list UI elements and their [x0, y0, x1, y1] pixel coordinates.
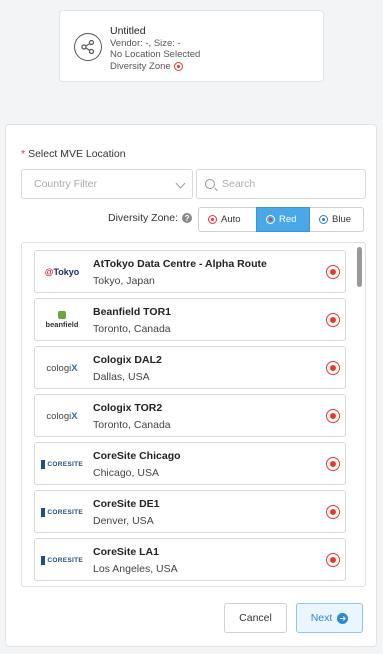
summary-diversity-label: Diversity Zone	[110, 60, 171, 72]
coresite-logo: CORESITE	[41, 453, 83, 475]
coresite-logo-text: CORESITE	[47, 460, 83, 468]
location-name: AtTokyo Data Centre - Alpha Route	[93, 258, 267, 270]
location-list[interactable]: @ Tokyo AtTokyo Data Centre - Alpha Route…	[21, 242, 366, 587]
next-button-label: Next	[310, 612, 333, 624]
search-input[interactable]: Search	[196, 169, 366, 199]
search-icon	[205, 179, 215, 189]
cancel-button[interactable]: Cancel	[224, 603, 287, 633]
zone-red-label: Red	[279, 214, 297, 225]
diversity-zone-label-text: Diversity Zone:	[108, 212, 179, 224]
red-zone-radio-icon[interactable]	[326, 313, 340, 327]
location-card[interactable]: @ Tokyo AtTokyo Data Centre - Alpha Route…	[34, 250, 346, 293]
red-zone-radio-icon[interactable]	[326, 505, 340, 519]
summary-title: Untitled	[110, 25, 146, 37]
arrow-right-icon: ➜	[337, 612, 349, 624]
location-card[interactable]: CORESITE CoreSite DE1 Denver, USA	[34, 490, 346, 533]
diversity-zone-label: Diversity Zone: ?	[108, 212, 193, 224]
location-card[interactable]: cologi X Cologix TOR2 Toronto, Canada	[34, 394, 346, 437]
help-icon[interactable]: ?	[182, 213, 193, 223]
location-city: Dallas, USA	[93, 371, 150, 383]
attokyo-logo-text: Tokyo	[53, 267, 80, 277]
required-mark: *	[21, 148, 26, 160]
red-zone-radio-icon[interactable]	[326, 553, 340, 567]
coresite-logo-text: CORESITE	[47, 556, 83, 564]
location-card[interactable]: CORESITE CoreSite LA1 Los Angeles, USA	[34, 538, 346, 581]
summary-vendor: Vendor: -, Size: -	[110, 37, 181, 49]
mve-summary-card: Untitled Vendor: -, Size: - No Location …	[59, 10, 324, 82]
location-city: Los Angeles, USA	[93, 563, 178, 575]
red-zone-radio-icon[interactable]	[326, 265, 340, 279]
location-city: Chicago, USA	[93, 467, 159, 479]
country-filter-placeholder: Country Filter	[34, 178, 98, 190]
location-name: Beanfield TOR1	[93, 306, 171, 318]
location-card[interactable]: cologi X Cologix DAL2 Dallas, USA	[34, 346, 346, 389]
red-zone-radio-icon[interactable]	[326, 361, 340, 375]
select-location-panel: * Select MVE Location Country Filter Sear…	[5, 124, 377, 647]
auto-zone-icon	[208, 215, 217, 224]
location-name: Cologix TOR2	[93, 402, 163, 414]
coresite-logo-text: CORESITE	[47, 508, 83, 516]
location-name: CoreSite LA1	[93, 546, 159, 558]
cologix-logo: cologi X	[46, 362, 78, 374]
section-label: * Select MVE Location	[21, 148, 126, 160]
zone-red-button[interactable]: Red	[256, 207, 310, 232]
zone-blue-label: Blue	[332, 214, 352, 225]
coresite-logo: CORESITE	[41, 501, 83, 523]
location-city: Denver, USA	[93, 515, 154, 527]
coresite-logo: CORESITE	[41, 549, 83, 571]
summary-diversity: Diversity Zone	[110, 61, 200, 73]
red-zone-radio-icon[interactable]	[326, 457, 340, 471]
next-button[interactable]: Next ➜	[296, 603, 363, 633]
chevron-down-icon	[175, 178, 186, 189]
location-card[interactable]: CORESITE CoreSite Chicago Chicago, USA	[34, 442, 346, 485]
red-zone-radio-icon[interactable]	[326, 409, 340, 423]
location-name: CoreSite Chicago	[93, 450, 181, 462]
blue-zone-icon	[319, 215, 328, 224]
zone-blue-button[interactable]: Blue	[310, 207, 364, 232]
location-city: Toronto, Canada	[93, 323, 171, 335]
list-scrollbar[interactable]	[357, 247, 362, 287]
red-zone-icon	[173, 61, 183, 71]
diversity-zone-toggle: Auto Red Blue	[198, 207, 364, 232]
share-nodes-icon	[74, 33, 102, 61]
search-placeholder: Search	[222, 178, 256, 190]
red-zone-icon	[266, 215, 275, 224]
cologix-logo: cologi X	[46, 410, 78, 422]
location-name: Cologix DAL2	[93, 354, 162, 366]
location-card[interactable]: beanfield Beanfield TOR1 Toronto, Canada	[34, 298, 346, 341]
location-name: CoreSite DE1	[93, 498, 160, 510]
beanfield-logo-text: beanfield	[45, 320, 79, 329]
beanfield-logo: beanfield	[41, 309, 83, 331]
location-city: Tokyo, Japan	[93, 275, 155, 287]
section-label-text: Select MVE Location	[28, 148, 126, 160]
summary-location: No Location Selected	[110, 49, 201, 60]
zone-auto-button[interactable]: Auto	[198, 207, 256, 232]
attokyo-logo: @ Tokyo	[44, 267, 80, 277]
zone-auto-label: Auto	[221, 214, 241, 225]
country-filter-select[interactable]: Country Filter	[21, 169, 193, 199]
location-city: Toronto, Canada	[93, 419, 171, 431]
